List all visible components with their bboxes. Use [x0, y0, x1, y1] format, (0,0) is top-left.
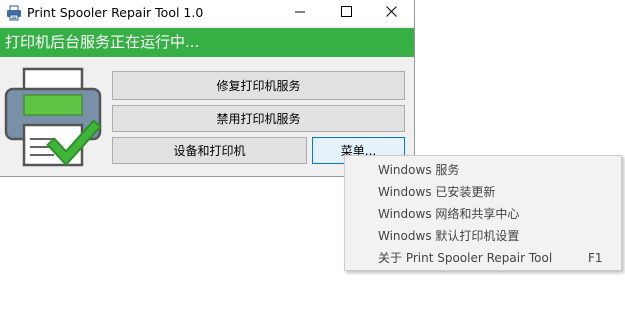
menu-item-network-center[interactable]: Windows 网络和共享中心	[345, 203, 621, 225]
menu-item-label: Windows 服务	[378, 163, 460, 177]
repair-service-button[interactable]: 修复打印机服务	[112, 71, 405, 100]
menu-item-windows-services[interactable]: Windows 服务	[345, 159, 621, 181]
menu-item-about[interactable]: 关于 Print Spooler Repair Tool F1	[345, 247, 621, 269]
menu-item-label: Windows 网络和共享中心	[378, 207, 520, 221]
window-title: Print Spooler Repair Tool 1.0	[27, 5, 204, 20]
menu-item-default-printer[interactable]: Winodws 默认打印机设置	[345, 225, 621, 247]
menu-item-shortcut: F1	[588, 251, 603, 265]
menu-item-label: 关于 Print Spooler Repair Tool	[378, 251, 553, 265]
menu-item-installed-updates[interactable]: Windows 已安装更新	[345, 181, 621, 203]
menu-item-label: Windows 已安装更新	[378, 185, 496, 199]
title-bar[interactable]: Print Spooler Repair Tool 1.0	[0, 0, 414, 26]
printer-check-illustration	[4, 67, 102, 167]
maximize-icon	[340, 6, 352, 20]
minimize-icon	[295, 6, 305, 20]
close-button[interactable]	[368, 0, 414, 26]
app-window: Print Spooler Repair Tool 1.0 打印机后台服务正在运…	[0, 0, 415, 177]
close-icon	[385, 6, 397, 20]
context-menu: Windows 服务 Windows 已安装更新 Windows 网络和共享中心…	[344, 155, 622, 271]
disable-service-button[interactable]: 禁用打印机服务	[112, 105, 405, 132]
maximize-button[interactable]	[323, 0, 369, 26]
printer-icon	[6, 5, 22, 21]
minimize-button[interactable]	[277, 0, 323, 26]
status-banner: 打印机后台服务正在运行中...	[0, 28, 414, 57]
menu-item-label: Winodws 默认打印机设置	[378, 229, 520, 243]
devices-printers-button[interactable]: 设备和打印机	[112, 137, 307, 164]
